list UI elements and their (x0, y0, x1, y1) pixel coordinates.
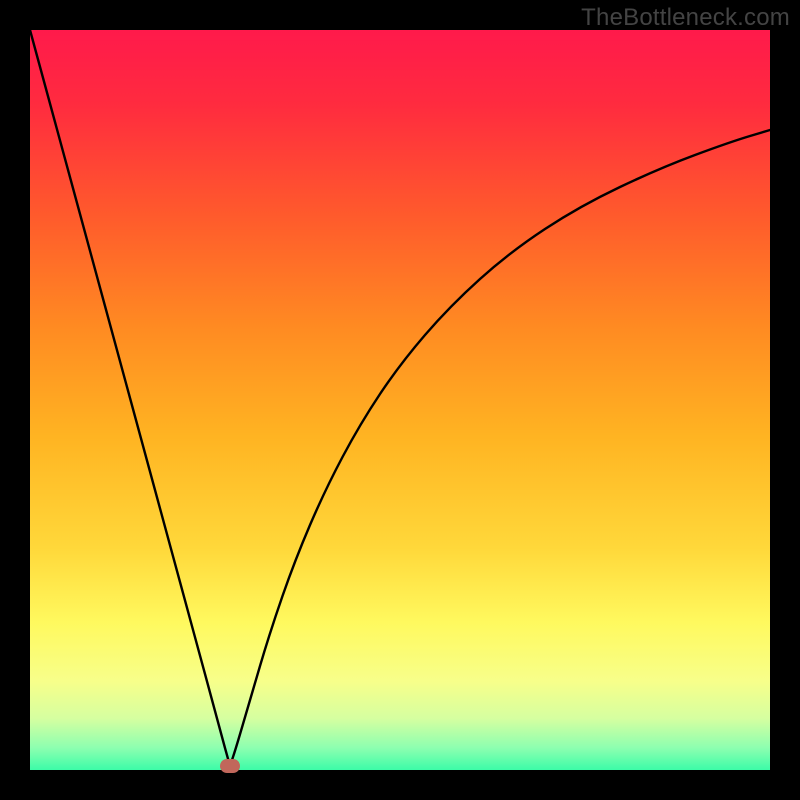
attribution-text: TheBottleneck.com (581, 4, 790, 32)
optimal-point-marker (220, 759, 240, 773)
plot-background (30, 30, 770, 770)
chart-frame: TheBottleneck.com (0, 0, 800, 800)
bottleneck-chart (0, 0, 800, 800)
